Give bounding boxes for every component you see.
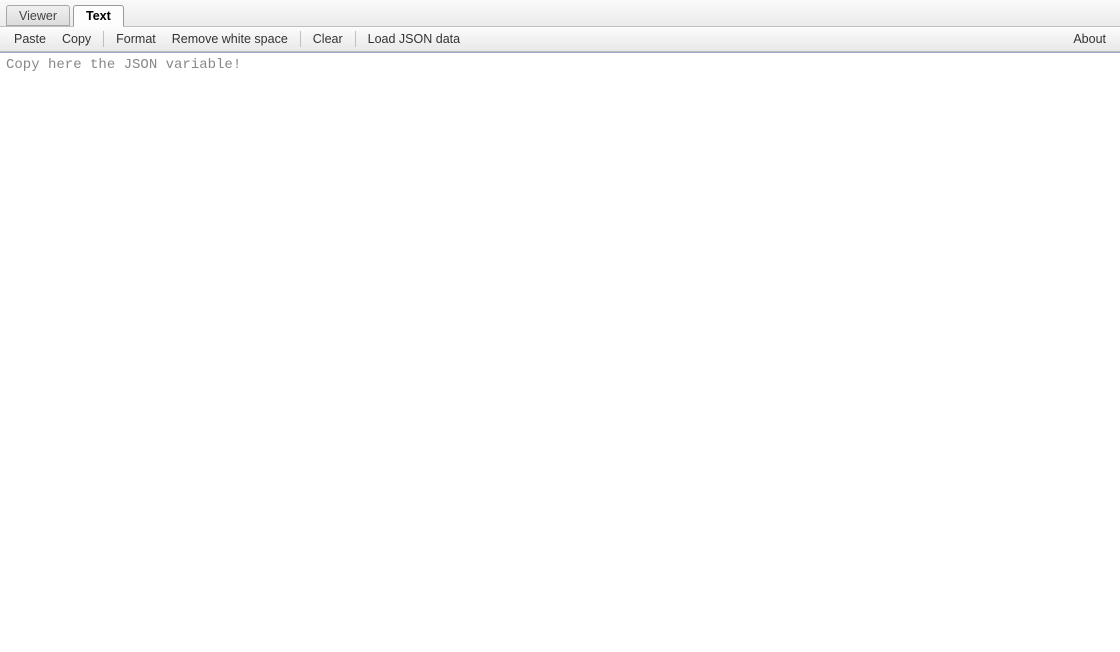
copy-button[interactable]: Copy bbox=[54, 27, 99, 51]
clear-button-label: Clear bbox=[313, 32, 343, 46]
paste-button[interactable]: Paste bbox=[6, 27, 54, 51]
remove-whitespace-button-label: Remove white space bbox=[172, 32, 288, 46]
format-button[interactable]: Format bbox=[108, 27, 164, 51]
editor-area bbox=[0, 52, 1120, 652]
load-json-button[interactable]: Load JSON data bbox=[360, 27, 468, 51]
about-button[interactable]: About bbox=[1065, 27, 1114, 51]
load-json-button-label: Load JSON data bbox=[368, 32, 460, 46]
tab-text[interactable]: Text bbox=[73, 5, 124, 27]
copy-button-label: Copy bbox=[62, 32, 91, 46]
app-root: Viewer Text Paste Copy Format Remove whi… bbox=[0, 0, 1120, 652]
json-text-input[interactable] bbox=[0, 53, 1120, 652]
about-button-label: About bbox=[1073, 32, 1106, 46]
toolbar: Paste Copy Format Remove white space Cle… bbox=[0, 27, 1120, 52]
tab-viewer[interactable]: Viewer bbox=[6, 5, 70, 26]
clear-button[interactable]: Clear bbox=[305, 27, 351, 51]
toolbar-separator bbox=[300, 31, 301, 47]
tab-viewer-label: Viewer bbox=[19, 9, 57, 23]
tab-text-label: Text bbox=[86, 9, 111, 23]
remove-whitespace-button[interactable]: Remove white space bbox=[164, 27, 296, 51]
toolbar-separator bbox=[355, 31, 356, 47]
toolbar-separator bbox=[103, 31, 104, 47]
format-button-label: Format bbox=[116, 32, 156, 46]
paste-button-label: Paste bbox=[14, 32, 46, 46]
tab-strip: Viewer Text bbox=[0, 0, 1120, 27]
